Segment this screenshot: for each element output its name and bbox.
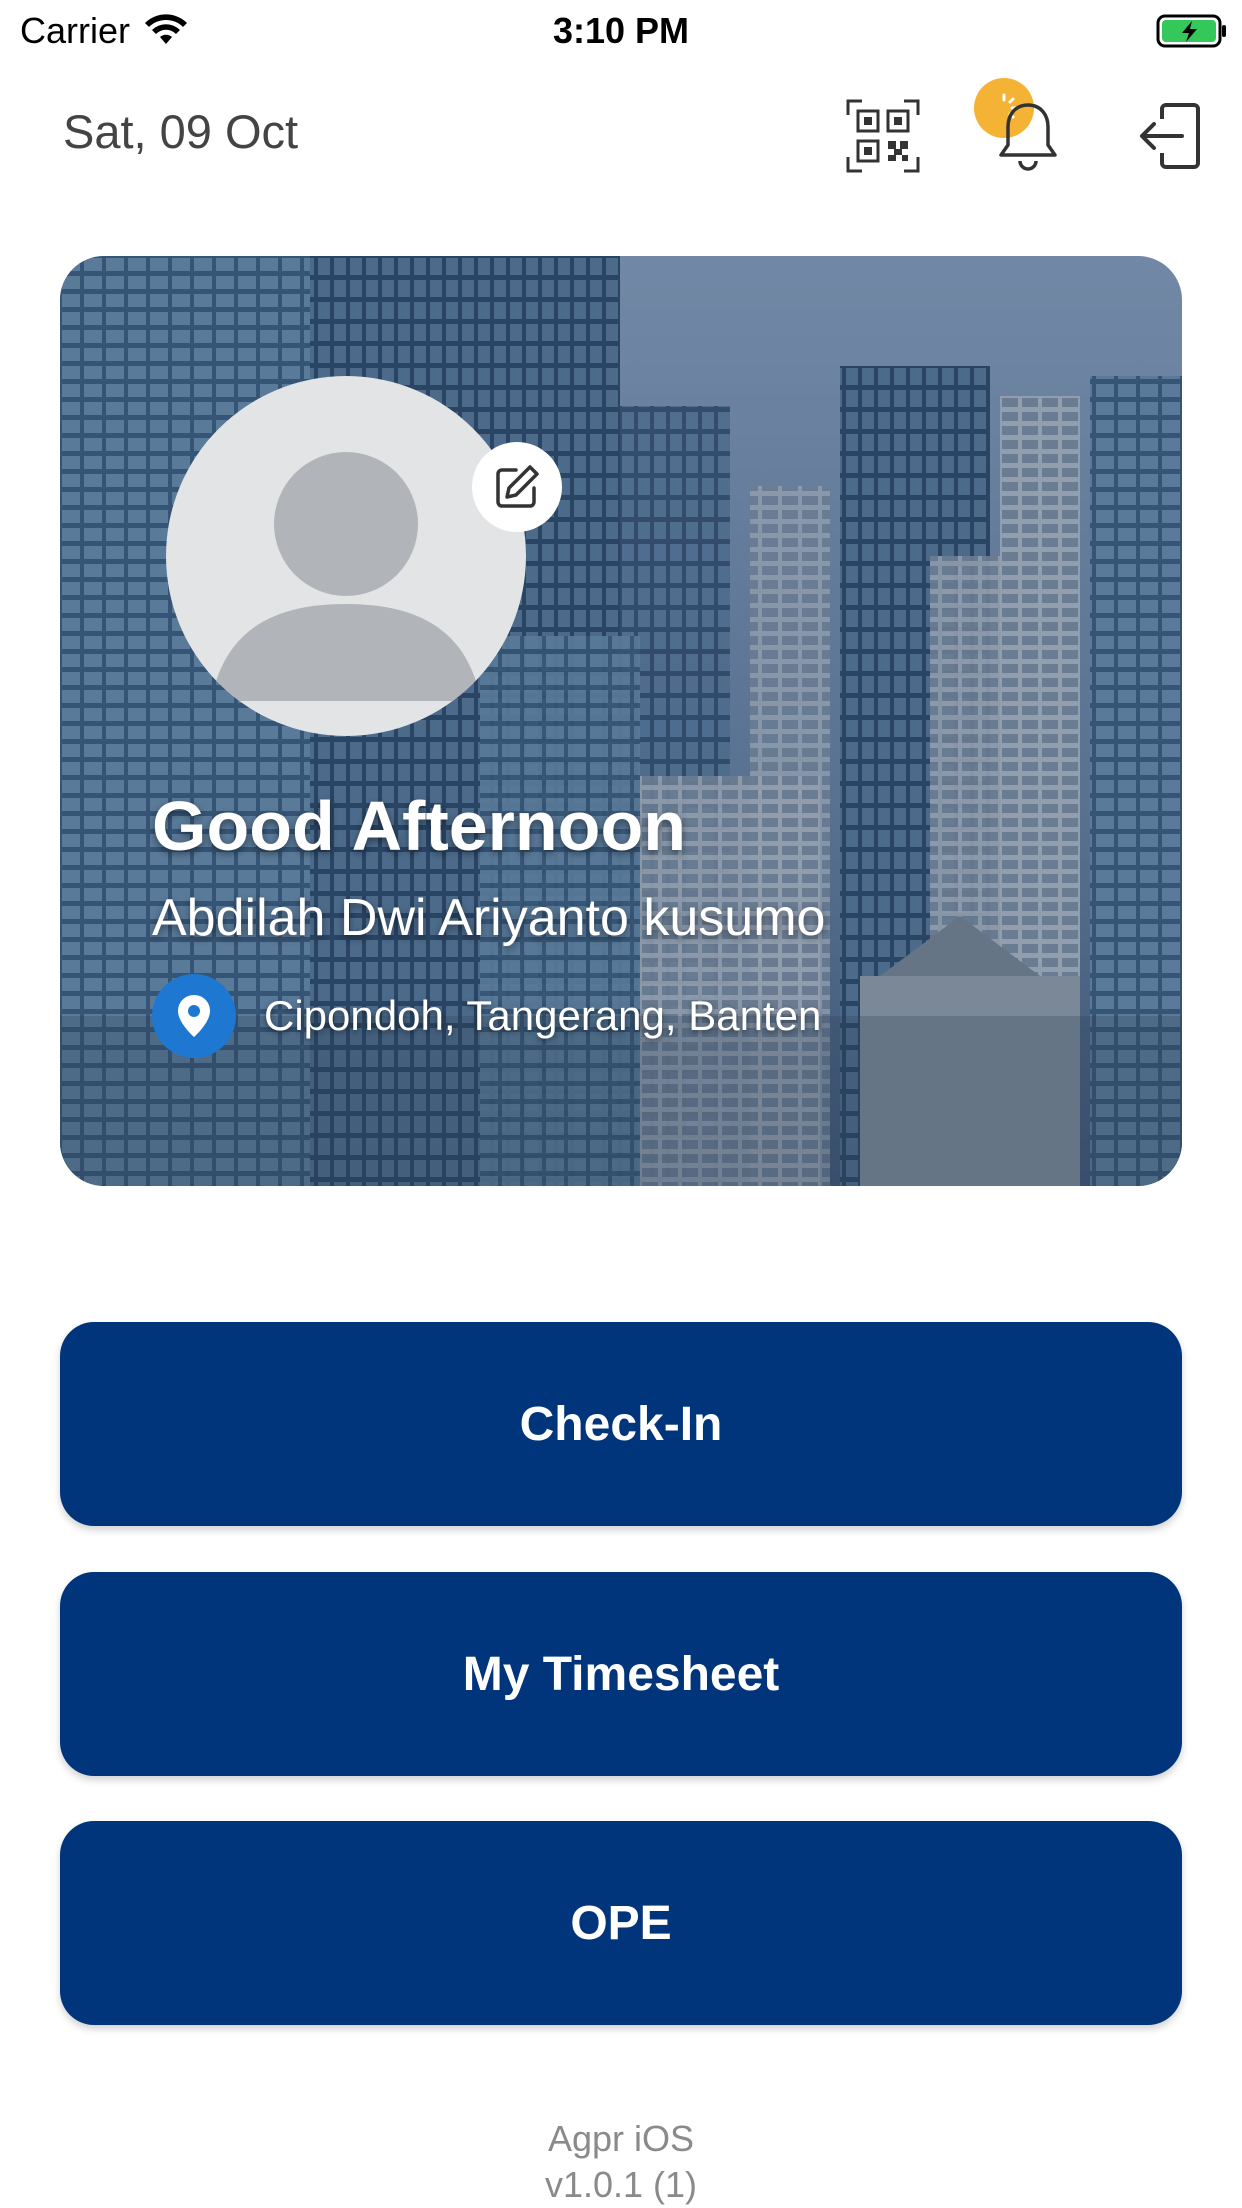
user-avatar-placeholder-icon [211,452,481,701]
battery-charging-icon [1156,14,1226,48]
city-skyline-background [60,256,1182,1186]
bell-icon [999,103,1057,171]
status-bar: Carrier 3:10 PM [0,0,1242,62]
qr-scan-button[interactable] [843,96,923,176]
logout-button[interactable] [1128,96,1208,176]
user-name: Abdilah Dwi Ariyanto kusumo [152,889,826,947]
current-date: Sat, 09 Oct [63,105,299,158]
location-badge [152,974,236,1058]
profile-card: Good Afternoon Abdilah Dwi Ariyanto kusu… [60,256,1182,1186]
app-name: Agpr iOS [547,2118,695,2159]
greeting-text: Good Afternoon [152,787,686,865]
ope-button[interactable]: OPE [60,1821,1182,2025]
status-time: 3:10 PM [552,10,690,51]
app-version-info: Agpr iOS v1.0.1 (1) [0,2116,1242,2208]
edit-icon [496,465,539,508]
my-timesheet-button[interactable]: My Timesheet [60,1572,1182,1776]
notifications-button[interactable] [988,96,1068,176]
location-text: Cipondoh, Tangerang, Banten [264,992,822,1039]
edit-avatar-button[interactable] [472,442,562,532]
avatar[interactable] [166,376,526,736]
map-pin-icon [178,995,210,1037]
qr-code-icon [846,99,920,173]
app-version: v1.0.1 (1) [544,2164,698,2205]
logout-icon [1140,103,1200,169]
check-in-button[interactable]: Check-In [60,1322,1182,1526]
